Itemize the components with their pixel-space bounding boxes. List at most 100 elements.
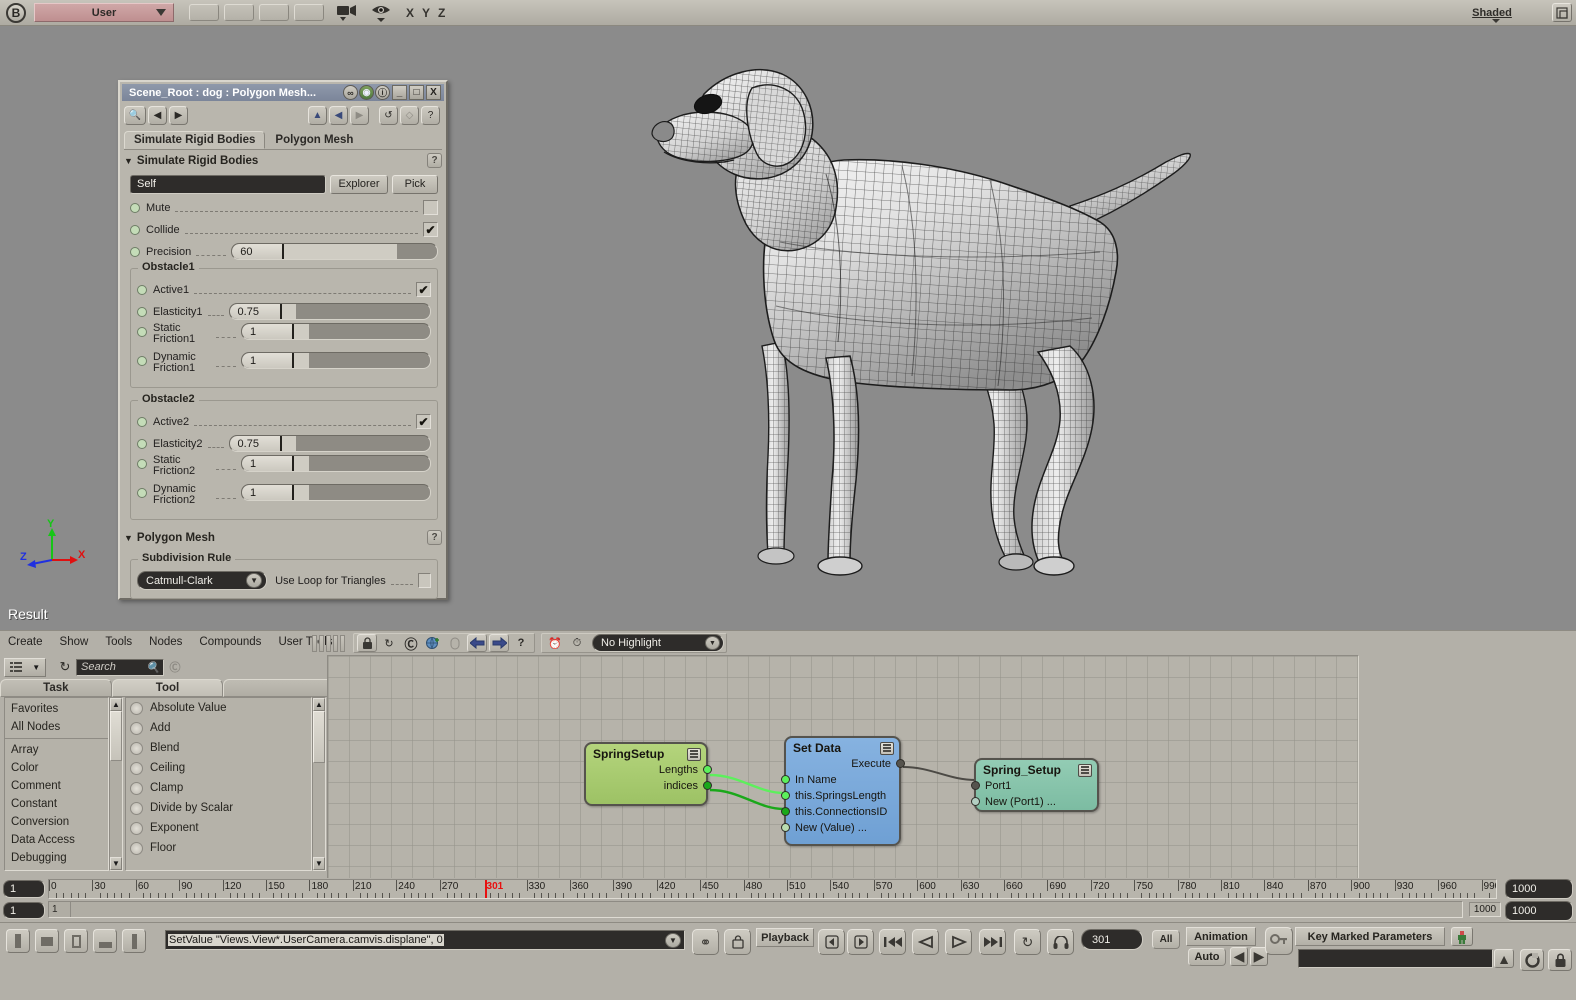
auto-key-button[interactable]: Auto <box>1188 948 1226 966</box>
current-frame-field[interactable]: 301 <box>1081 929 1143 950</box>
audio-icon[interactable] <box>1047 929 1074 955</box>
close-button[interactable]: X <box>426 85 441 100</box>
expand-up-icon[interactable]: ▲ <box>1494 949 1514 968</box>
prev-key-icon[interactable]: ◀ <box>1230 947 1248 966</box>
timeline-ruler[interactable]: 0306090120150180210240270301330360390420… <box>48 879 1497 899</box>
port-dot-icon[interactable] <box>781 823 790 832</box>
refresh-icon[interactable]: ↻ <box>379 634 399 652</box>
timeline-start-frame-field-2[interactable]: 1 <box>3 902 45 919</box>
timer-icon[interactable]: ⏰ <box>545 634 565 652</box>
mute-checkbox[interactable] <box>423 200 438 215</box>
viewport-maximize-button[interactable] <box>1552 3 1572 22</box>
search-icon[interactable]: 🔍 <box>146 661 160 674</box>
port-dot-icon[interactable] <box>781 791 790 800</box>
scrollbar-thumb[interactable] <box>313 711 325 763</box>
port-dot-icon[interactable] <box>703 765 712 774</box>
node-item-absolute-value[interactable]: Absolute Value <box>126 698 311 718</box>
help-icon[interactable]: ? <box>511 634 531 652</box>
category-data-access[interactable]: Data Access <box>5 831 108 849</box>
axis-toggle-group[interactable]: XYZ <box>406 6 453 20</box>
tab-polygon-mesh[interactable]: Polygon Mesh <box>265 131 363 149</box>
animation-dot-icon[interactable] <box>137 459 147 469</box>
animation-dot-icon[interactable] <box>137 488 147 498</box>
node-list[interactable]: Absolute Value Add Blend Ceiling Clamp D… <box>125 697 312 871</box>
minimize-button[interactable]: _ <box>392 85 407 100</box>
nav-forward-icon[interactable]: ▶ <box>169 106 188 125</box>
graph-node-set-data[interactable]: Set Data Execute In Name this.SpringsLen… <box>784 736 901 846</box>
node-menu-icon[interactable] <box>1078 764 1092 777</box>
help-icon[interactable]: ? <box>427 530 442 545</box>
tab-task[interactable]: Task <box>0 679 112 697</box>
menu-create[interactable]: Create <box>8 636 43 648</box>
collide-checkbox[interactable]: ✔ <box>423 222 438 237</box>
subdivision-rule-dropdown[interactable]: Catmull-Clark ▼ <box>137 571 267 590</box>
compound-icon[interactable]: Ⓒ <box>401 634 421 652</box>
toolbar-slot[interactable] <box>259 4 289 21</box>
scroll-down-icon[interactable]: ▼ <box>110 857 122 870</box>
timeline-track[interactable]: 1 <box>48 901 1463 918</box>
menu-nodes[interactable]: Nodes <box>149 636 182 648</box>
refresh-icon[interactable] <box>1520 949 1544 971</box>
chevron-down-icon[interactable]: ▼ <box>246 573 262 588</box>
static-friction2-slider[interactable]: 1 <box>241 455 431 472</box>
node-output-execute[interactable]: Execute <box>786 756 899 772</box>
menu-compounds[interactable]: Compounds <box>199 636 261 648</box>
lock-icon[interactable] <box>724 929 751 955</box>
animation-mode-button[interactable]: Animation <box>1186 927 1256 946</box>
animation-dot-icon[interactable] <box>137 417 147 427</box>
display-mode-combo[interactable]: Shaded <box>1438 3 1546 22</box>
step-forward-icon[interactable] <box>847 929 874 955</box>
lock-icon[interactable] <box>357 634 377 652</box>
playback-label[interactable]: Playback <box>756 928 814 947</box>
animation-dot-icon[interactable] <box>137 439 147 449</box>
list-view-button[interactable]: ▼ <box>4 658 46 677</box>
animation-dot-icon[interactable] <box>130 225 140 235</box>
port-dot-icon[interactable] <box>781 775 790 784</box>
dynamic-friction2-slider[interactable]: 1 <box>241 484 431 501</box>
active2-checkbox[interactable]: ✔ <box>416 414 431 429</box>
category-array[interactable]: Array <box>5 741 108 759</box>
category-color[interactable]: Color <box>5 759 108 777</box>
layout-3-button[interactable] <box>64 929 88 953</box>
menu-show[interactable]: Show <box>60 636 89 648</box>
timeline-end-frame-field[interactable]: 1000 <box>1505 879 1573 899</box>
move-up-icon[interactable]: ▲ <box>308 106 327 125</box>
help-icon[interactable]: ? <box>427 153 442 168</box>
category-conversion[interactable]: Conversion <box>5 813 108 831</box>
move-left-icon[interactable]: ◀ <box>329 106 348 125</box>
nav-back-icon[interactable] <box>467 634 487 652</box>
property-panel[interactable]: Scene_Root : dog : Polygon Mesh... ∞ ◉ ⓘ… <box>118 80 448 600</box>
elasticity1-slider[interactable]: 0.75 <box>229 303 431 320</box>
camera-icon[interactable] <box>336 3 358 23</box>
command-input[interactable]: SetValue "Views.View*.UserCamera.camvis.… <box>165 930 685 950</box>
layout-1-button[interactable] <box>6 929 30 953</box>
elasticity2-slider[interactable]: 0.75 <box>229 435 431 452</box>
animation-dot-icon[interactable] <box>137 327 147 337</box>
tab-empty[interactable] <box>223 679 335 697</box>
category-constant[interactable]: Constant <box>5 795 108 813</box>
layout-2-button[interactable] <box>35 929 59 953</box>
ice-graph-canvas[interactable]: SpringSetup Lengths indices Set Data <box>327 655 1359 879</box>
section-polygon-mesh[interactable]: ▼ Polygon Mesh ? <box>124 530 442 545</box>
animation-dot-icon[interactable] <box>130 247 140 257</box>
node-item-blend[interactable]: Blend <box>126 738 311 758</box>
active1-checkbox[interactable]: ✔ <box>416 282 431 297</box>
category-debugging[interactable]: Debugging <box>5 849 108 867</box>
timeline-start-frame-field[interactable]: 1 <box>3 880 45 898</box>
tab-tool[interactable]: Tool <box>112 679 224 697</box>
node-menu-icon[interactable] <box>687 748 701 761</box>
port-dot-icon[interactable] <box>703 781 712 790</box>
mouse-icon[interactable] <box>445 634 465 652</box>
lock-icon[interactable] <box>1548 949 1572 971</box>
node-category-list[interactable]: Favorites All Nodes Array Color Comment … <box>4 697 109 871</box>
axis-x-toggle[interactable]: X <box>406 6 422 20</box>
step-back-icon[interactable] <box>818 929 845 955</box>
inspect-icon[interactable]: 🔍 <box>124 106 146 125</box>
chevron-down-icon[interactable]: ▼ <box>32 663 40 672</box>
timeline-end-frame-field-2[interactable]: 1000 <box>1505 901 1573 921</box>
info-icon[interactable]: ⓘ <box>375 85 390 100</box>
help-icon[interactable]: ? <box>421 106 440 125</box>
section-simulate-rigid-bodies[interactable]: ▼ Simulate Rigid Bodies ? <box>124 153 442 168</box>
key-marked-slider[interactable] <box>1298 949 1493 968</box>
category-all-nodes[interactable]: All Nodes <box>5 718 108 736</box>
